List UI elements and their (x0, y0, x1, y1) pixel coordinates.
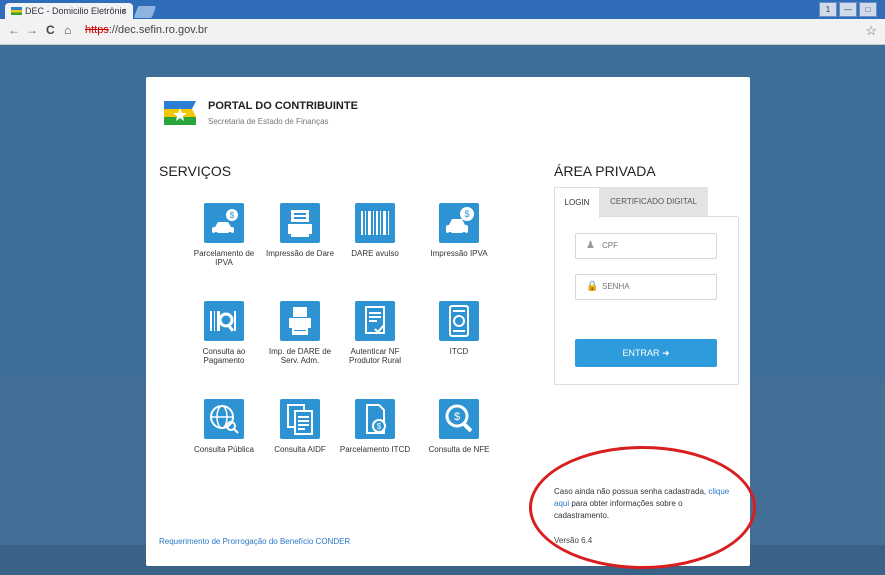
user-icon: ♟ (586, 240, 595, 251)
printer-icon (280, 301, 320, 341)
service-label: Autenticar NF Produtor Rural (348, 347, 402, 365)
document-check-icon (355, 301, 395, 341)
service-label: Consulta Pública (193, 445, 255, 454)
enter-button[interactable]: ENTRAR ➜ (575, 339, 717, 367)
service-imp-dare-serv-adm[interactable]: Imp. de DARE de Serv. Adm. (264, 301, 336, 365)
service-consulta-nfe[interactable]: $ Consulta de NFE (423, 399, 495, 454)
window-controls: 1 — □ (819, 2, 877, 17)
service-label: Consulta AIDF (274, 445, 326, 454)
service-label: Impressão de Dare (265, 249, 335, 258)
service-consulta-pagamento[interactable]: Consulta ao Pagamento (188, 301, 260, 365)
browser-tab[interactable]: DEC - Domicilio Eletrônic × (5, 3, 133, 19)
service-label: Imp. de DARE de Serv. Adm. (268, 347, 332, 365)
tab-close-icon[interactable]: × (122, 3, 127, 19)
globe-search-icon (204, 399, 244, 439)
cpf-input[interactable] (602, 234, 710, 256)
password-input[interactable] (602, 275, 710, 297)
svg-text:$: $ (454, 411, 460, 423)
document-coin-icon: $ (355, 399, 395, 439)
service-parcelamento-ipva[interactable]: $ Parcelamento de IPVA (188, 203, 260, 267)
tab-login[interactable]: LOGIN (554, 187, 600, 218)
maximize-button[interactable]: □ (859, 2, 877, 17)
service-label: Consulta de NFE (428, 445, 490, 454)
service-label: Parcelamento ITCD (339, 445, 411, 454)
car-coin-icon: $ (204, 203, 244, 243)
documents-icon (280, 399, 320, 439)
svg-text:$: $ (377, 422, 382, 431)
service-impressao-ipva[interactable]: $ Impressão IPVA (423, 203, 495, 258)
service-autenticar-nf[interactable]: Autenticar NF Produtor Rural (339, 301, 411, 365)
services-heading: SERVIÇOS (159, 163, 232, 179)
password-field[interactable]: 🔒 (575, 274, 717, 300)
address-bar: ← → C ⌂ https://dec.sefin.ro.gov.br ☆ (0, 19, 885, 45)
conder-request-link[interactable]: Requerimento de Prorrogação do Benefício… (159, 537, 350, 546)
new-tab-button[interactable] (133, 6, 157, 18)
service-label: DARE avulso (351, 249, 399, 258)
printer-icon (280, 203, 320, 243)
car-coin-icon: $ (439, 203, 479, 243)
tab-digital-certificate[interactable]: CERTIFICADO DIGITAL (599, 187, 708, 217)
coin-search-icon: $ (439, 399, 479, 439)
back-icon[interactable]: ← (8, 23, 20, 37)
portal-title: PORTAL DO CONTRIBUINTE (208, 100, 358, 112)
url-field[interactable]: https://dec.sefin.ro.gov.br (85, 24, 208, 36)
service-dare-avulso[interactable]: DARE avulso (339, 203, 411, 258)
minimize-button[interactable]: — (839, 2, 857, 17)
service-label: Impressão IPVA (430, 249, 488, 258)
service-impressao-dare[interactable]: Impressão de Dare (264, 203, 336, 258)
browser-tab-strip: DEC - Domicilio Eletrônic × 1 — □ (0, 0, 885, 19)
home-icon[interactable]: ⌂ (64, 23, 71, 37)
tab-title: DEC - Domicilio Eletrônic (25, 6, 127, 16)
service-label: Parcelamento de IPVA (193, 249, 255, 267)
svg-text:$: $ (230, 211, 235, 220)
service-consulta-publica[interactable]: Consulta Pública (188, 399, 260, 454)
portal-logo-icon (164, 101, 196, 125)
service-label: Consulta ao Pagamento (202, 347, 246, 365)
barcode-icon (355, 203, 395, 243)
barcode-search-icon (204, 301, 244, 341)
url-host: ://dec.sefin.ro.gov.br (108, 24, 208, 36)
lock-icon: 🔒 (586, 281, 599, 292)
svg-text:$: $ (464, 209, 469, 219)
portal-subtitle: Secretaria de Estado de Finanças (208, 117, 329, 126)
document-icon (439, 301, 479, 341)
user-button[interactable]: 1 (819, 2, 837, 17)
annotation-ellipse (529, 446, 756, 569)
service-parcelamento-itcd[interactable]: $ Parcelamento ITCD (339, 399, 411, 454)
login-tabs: LOGIN CERTIFICADO DIGITAL (554, 187, 708, 218)
private-area-heading: ÁREA PRIVADA (554, 163, 656, 179)
login-form: ♟ 🔒 ENTRAR ➜ (554, 216, 739, 385)
reload-icon[interactable]: C (46, 23, 55, 37)
service-label: ITCD (449, 347, 469, 356)
service-consulta-aidf[interactable]: Consulta AIDF (264, 399, 336, 454)
favicon-icon (11, 7, 22, 15)
bookmark-star-icon[interactable]: ☆ (865, 23, 877, 39)
url-scheme: https (85, 24, 109, 36)
service-itcd[interactable]: ITCD (423, 301, 495, 356)
cpf-field[interactable]: ♟ (575, 233, 717, 259)
forward-icon[interactable]: → (26, 23, 38, 37)
